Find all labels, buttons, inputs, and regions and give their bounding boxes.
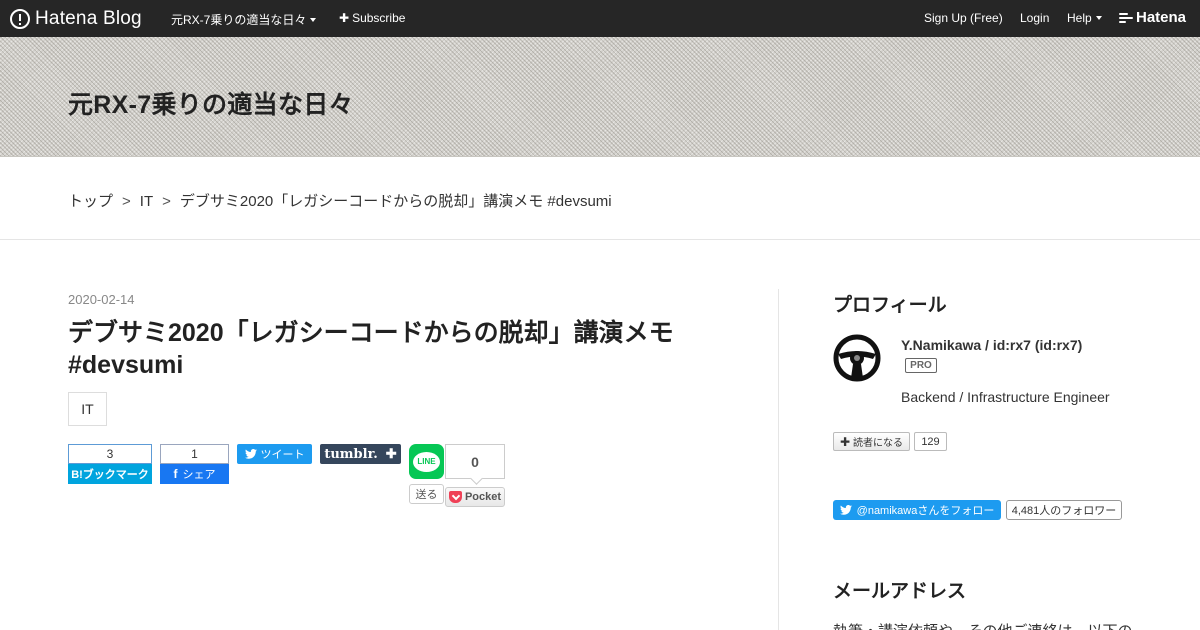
- line-icon: LINE: [413, 451, 440, 472]
- blog-menu-dropdown[interactable]: 元RX-7乗りの適当な日々: [171, 11, 317, 28]
- profile-heading: プロフィール: [833, 295, 947, 316]
- hatena-blog-logo-icon: [10, 8, 30, 29]
- facebook-icon: f: [173, 467, 178, 481]
- hatena-blog-logo[interactable]: Hatena Blog: [10, 8, 142, 29]
- twitter-follower-count[interactable]: 4,481人のフォロワー: [1006, 500, 1122, 520]
- pocket-label: Pocket: [464, 491, 502, 503]
- breadcrumb-current: デブサミ2020「レガシーコードからの脱却」講演メモ #devsumi: [179, 193, 612, 210]
- facebook-share-count: 1: [160, 444, 229, 464]
- blog-header: 元RX-7乗りの適当な日々: [0, 37, 1200, 157]
- hatena-bookmark-button[interactable]: B!ブックマーク: [68, 464, 152, 484]
- plus-icon: ✚: [339, 11, 350, 25]
- mail-description: 執筆・講演依頼や、その他ご連絡は、以下の: [833, 620, 1133, 630]
- blog-menu-label: 元RX-7乗りの適当な日々: [171, 13, 307, 27]
- breadcrumb-divider: [0, 239, 1200, 240]
- column-divider: [778, 289, 779, 630]
- profile-description: Backend / Infrastructure Engineer: [901, 389, 1110, 405]
- facebook-share-label: シェア: [182, 469, 216, 481]
- pocket-count: 0: [445, 444, 505, 479]
- plus-icon: ✚: [385, 446, 397, 461]
- signup-link[interactable]: Sign Up (Free): [924, 11, 1003, 25]
- pocket-icon: [448, 491, 462, 503]
- twitter-follow-button[interactable]: @namikawaさんをフォロー: [833, 500, 1001, 520]
- help-dropdown[interactable]: Help: [1067, 11, 1102, 25]
- tumblr-label: tumblr.: [324, 446, 378, 462]
- help-label: Help: [1067, 11, 1092, 25]
- hatena-bookmark-count[interactable]: 3: [68, 444, 152, 464]
- become-reader-label: 読者になる: [853, 438, 904, 449]
- twitter-bird-icon: [244, 449, 257, 459]
- hatena-icon: [1119, 12, 1133, 23]
- tweet-button[interactable]: ツイート: [237, 444, 312, 464]
- facebook-share-button[interactable]: f シェア: [160, 464, 229, 484]
- blog-title[interactable]: 元RX-7乗りの適当な日々: [68, 85, 354, 121]
- plus-icon: ✚: [839, 434, 851, 449]
- chevron-down-icon: [1095, 16, 1102, 20]
- hatena-bookmark-widget[interactable]: 3 B!ブックマーク: [68, 444, 152, 484]
- tumblr-share-button[interactable]: tumblr. ✚: [320, 444, 401, 464]
- breadcrumb-separator: >: [122, 193, 131, 210]
- breadcrumb-separator: >: [162, 193, 171, 210]
- breadcrumb: トップ > IT > デブサミ2020「レガシーコードからの脱却」講演メモ #devsu…: [68, 190, 612, 211]
- twitter-bird-icon: [839, 505, 852, 515]
- steering-wheel-avatar[interactable]: [833, 334, 881, 382]
- hatena-link[interactable]: Hatena: [1119, 9, 1186, 26]
- logo-text: Hatena Blog: [35, 7, 142, 29]
- category-tag[interactable]: IT: [68, 392, 107, 426]
- entry-date[interactable]: 2020-02-14: [68, 292, 135, 307]
- breadcrumb-category[interactable]: IT: [140, 193, 153, 210]
- entry-title[interactable]: デブサミ2020「レガシーコードからの脱却」講演メモ #devsumi: [68, 317, 748, 381]
- pro-badge[interactable]: PRO: [905, 358, 937, 373]
- chevron-down-icon: [310, 18, 317, 22]
- pocket-button[interactable]: Pocket: [445, 487, 505, 507]
- hatena-label: Hatena: [1136, 9, 1187, 26]
- line-share-button[interactable]: LINE: [409, 444, 444, 479]
- facebook-share-widget[interactable]: 1 f シェア: [160, 444, 229, 484]
- reader-count[interactable]: 129: [914, 432, 947, 451]
- login-link[interactable]: Login: [1020, 11, 1049, 25]
- subscribe-button[interactable]: ✚ Subscribe: [339, 11, 405, 25]
- mail-heading: メールアドレス: [833, 581, 967, 602]
- twitter-follow-label: @namikawaさんをフォロー: [856, 505, 995, 517]
- breadcrumb-top[interactable]: トップ: [68, 193, 113, 210]
- become-reader-button[interactable]: ✚ 読者になる: [833, 432, 910, 451]
- tweet-label: ツイート: [260, 449, 305, 461]
- subscribe-label: Subscribe: [352, 11, 406, 25]
- line-send-button[interactable]: 送る: [409, 484, 444, 504]
- global-header: Hatena Blog 元RX-7乗りの適当な日々 ✚ Subscribe Sig…: [0, 0, 1200, 37]
- profile-name[interactable]: Y.Namikawa / id:rx7 (id:rx7): [901, 337, 1082, 353]
